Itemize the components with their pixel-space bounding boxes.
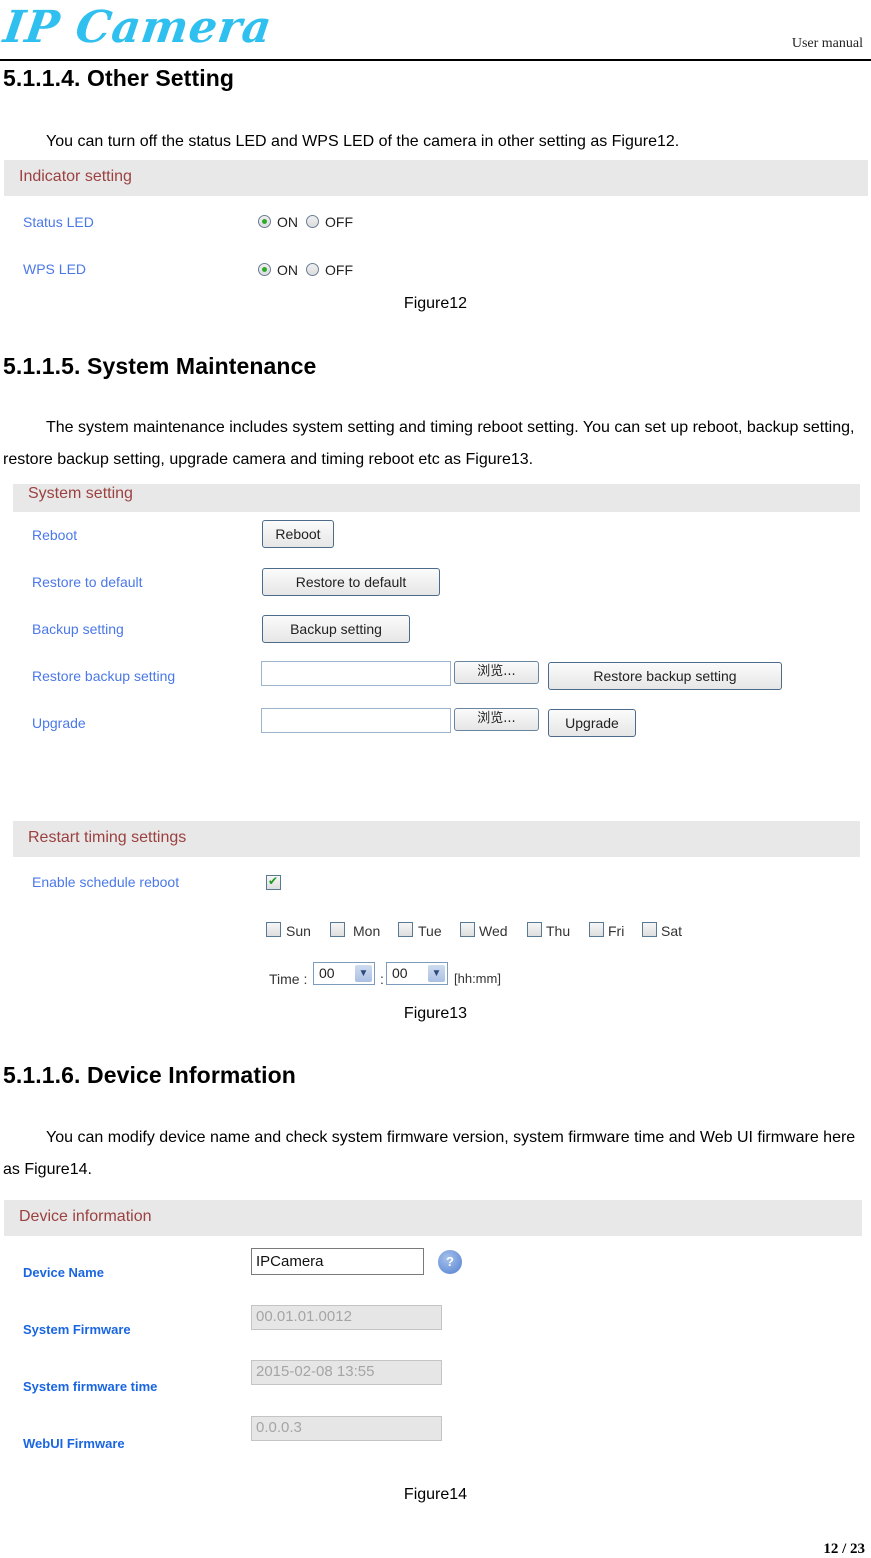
section-paragraph-other-setting: You can turn off the status LED and WPS … bbox=[3, 126, 869, 158]
upgrade-button[interactable]: Upgrade bbox=[548, 709, 636, 737]
header-divider bbox=[0, 59, 871, 61]
day-checkbox-sat[interactable] bbox=[642, 922, 657, 937]
day-checkbox-tue[interactable] bbox=[398, 922, 413, 937]
figure-13-system-maintenance: System setting Reboot Reboot Restore to … bbox=[0, 484, 871, 1004]
system-setting-header: System setting bbox=[13, 484, 860, 512]
system-firmware-time-label: System firmware time bbox=[23, 1379, 158, 1394]
day-label-wed: Wed bbox=[479, 923, 508, 939]
upgrade-file-input[interactable] bbox=[261, 708, 451, 733]
indicator-setting-header: Indicator setting bbox=[4, 160, 868, 196]
day-label-sun: Sun bbox=[286, 923, 311, 939]
figure-14-caption: Figure14 bbox=[403, 1486, 468, 1503]
status-led-on-radio[interactable] bbox=[258, 215, 271, 229]
minute-select-value: 00 bbox=[392, 965, 408, 981]
wps-led-label: WPS LED bbox=[23, 261, 87, 277]
header-user-manual-label: User manual bbox=[791, 36, 863, 51]
chevron-down-icon: ▼ bbox=[355, 965, 372, 982]
reboot-button[interactable]: Reboot bbox=[262, 520, 334, 548]
reboot-label: Reboot bbox=[32, 527, 78, 543]
restore-backup-setting-button[interactable]: Restore backup setting bbox=[548, 662, 782, 690]
upgrade-label: Upgrade bbox=[32, 715, 86, 731]
help-icon[interactable]: ? bbox=[438, 1250, 462, 1274]
upgrade-browse-button[interactable]: 浏览... bbox=[454, 708, 539, 731]
ip-camera-logo: IP Camera bbox=[0, 2, 276, 53]
hour-select-value: 00 bbox=[319, 965, 335, 981]
day-checkbox-thu[interactable] bbox=[527, 922, 542, 937]
device-name-input[interactable] bbox=[251, 1248, 424, 1275]
day-label-tue: Tue bbox=[418, 923, 442, 939]
backup-setting-button[interactable]: Backup setting bbox=[262, 615, 410, 643]
time-separator: : bbox=[380, 971, 384, 987]
section-paragraph-system-maintenance: The system maintenance includes system s… bbox=[3, 412, 869, 476]
section-heading-system-maintenance: 5.1.1.5. System Maintenance bbox=[3, 353, 317, 379]
restore-to-default-label: Restore to default bbox=[32, 574, 143, 590]
enable-schedule-reboot-checkbox[interactable] bbox=[266, 874, 281, 890]
paragraph-text: The system maintenance includes system s… bbox=[3, 419, 855, 468]
day-label-fri: Fri bbox=[608, 923, 625, 939]
wps-led-off-radio[interactable] bbox=[306, 263, 319, 277]
time-label: Time : bbox=[269, 971, 308, 987]
webui-firmware-field: 0.0.0.3 bbox=[251, 1416, 442, 1441]
system-setting-title: System setting bbox=[28, 485, 133, 502]
wps-led-radio-group: ON OFF bbox=[258, 261, 361, 279]
day-label-mon: Mon bbox=[353, 923, 381, 939]
status-led-off-label: OFF bbox=[325, 213, 353, 230]
day-checkbox-sun[interactable] bbox=[266, 922, 281, 937]
page-number: 12 / 23 bbox=[823, 1541, 865, 1557]
section-paragraph-device-information: You can modify device name and check sys… bbox=[3, 1122, 869, 1186]
time-format-hint: [hh:mm] bbox=[454, 971, 501, 986]
restart-timing-header: Restart timing settings bbox=[13, 821, 860, 857]
status-led-radio-group: ON OFF bbox=[258, 213, 361, 231]
status-led-on-label: ON bbox=[277, 213, 298, 230]
figure-12-caption: Figure12 bbox=[403, 295, 468, 312]
minute-select[interactable]: 00 ▼ bbox=[386, 962, 448, 985]
figure-13-caption: Figure13 bbox=[403, 1005, 468, 1022]
day-checkbox-fri[interactable] bbox=[589, 922, 604, 937]
restore-backup-setting-label: Restore backup setting bbox=[32, 668, 176, 684]
status-led-off-radio[interactable] bbox=[306, 215, 319, 229]
system-firmware-label: System Firmware bbox=[23, 1322, 131, 1337]
chevron-down-icon: ▼ bbox=[428, 965, 445, 982]
wps-led-off-label: OFF bbox=[325, 261, 353, 278]
day-checkbox-mon[interactable] bbox=[330, 922, 345, 937]
figure-12-indicator-setting: Indicator setting Status LED ON OFF WPS L… bbox=[0, 160, 871, 300]
system-firmware-field: 00.01.01.0012 bbox=[251, 1305, 442, 1330]
restore-backup-browse-button[interactable]: 浏览... bbox=[454, 661, 539, 684]
device-name-label: Device Name bbox=[23, 1265, 104, 1280]
system-firmware-time-field: 2015-02-08 13:55 bbox=[251, 1360, 442, 1385]
device-information-title: Device information bbox=[19, 1208, 152, 1225]
section-heading-device-information: 5.1.1.6. Device Information bbox=[3, 1062, 296, 1088]
webui-firmware-label: WebUI Firmware bbox=[23, 1436, 125, 1451]
day-checkbox-wed[interactable] bbox=[460, 922, 475, 937]
enable-schedule-reboot-label: Enable schedule reboot bbox=[32, 874, 180, 890]
restore-backup-file-input[interactable] bbox=[261, 661, 451, 686]
indicator-setting-title: Indicator setting bbox=[19, 168, 132, 185]
restart-timing-title: Restart timing settings bbox=[28, 829, 187, 846]
status-led-label: Status LED bbox=[23, 214, 94, 230]
wps-led-on-label: ON bbox=[277, 261, 298, 278]
paragraph-text: You can turn off the status LED and WPS … bbox=[46, 133, 680, 150]
day-label-sat: Sat bbox=[661, 923, 683, 939]
day-label-thu: Thu bbox=[546, 923, 571, 939]
device-information-header: Device information bbox=[4, 1200, 862, 1236]
backup-setting-label: Backup setting bbox=[32, 621, 124, 637]
wps-led-on-radio[interactable] bbox=[258, 263, 271, 277]
hour-select[interactable]: 00 ▼ bbox=[313, 962, 375, 985]
paragraph-text: You can modify device name and check sys… bbox=[3, 1129, 856, 1178]
restore-to-default-button[interactable]: Restore to default bbox=[262, 568, 440, 596]
section-heading-other-setting: 5.1.1.4. Other Setting bbox=[3, 65, 234, 91]
